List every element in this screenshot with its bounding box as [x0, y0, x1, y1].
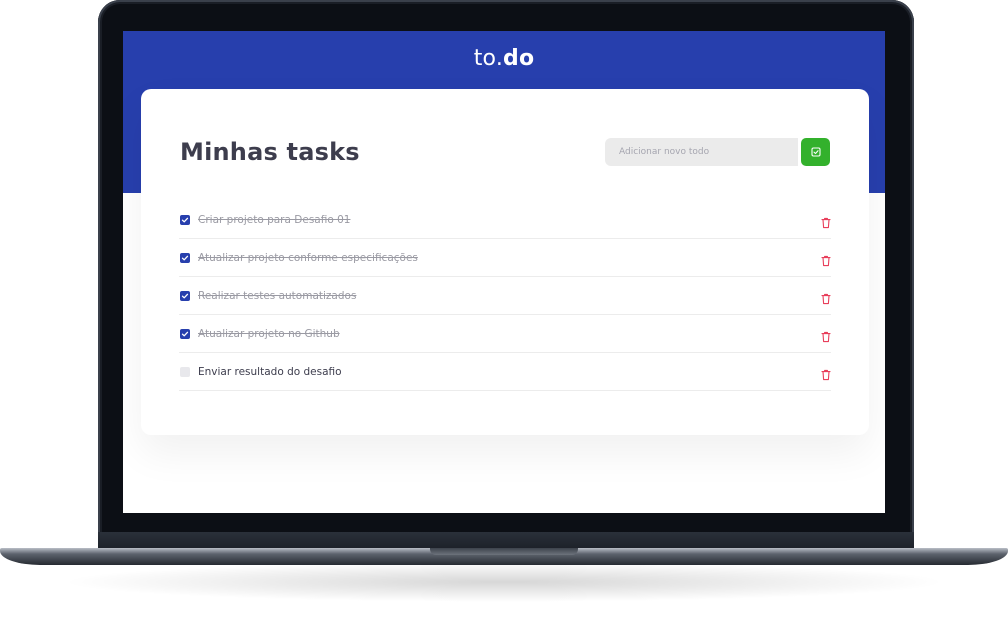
task-item: Atualizar projeto no Github: [179, 315, 831, 353]
checkmark-icon: [181, 217, 189, 222]
task-label: Enviar resultado do desafio: [198, 365, 342, 378]
task-checkbox[interactable]: [180, 214, 190, 225]
trash-icon: [821, 217, 831, 228]
delete-task-button[interactable]: [821, 366, 831, 380]
logo-prefix: to.: [473, 46, 504, 71]
task-label: Realizar testes automatizados: [198, 289, 357, 302]
trash-icon: [821, 293, 831, 304]
delete-task-button[interactable]: [821, 214, 831, 228]
trash-icon: [821, 255, 831, 266]
task-list: Criar projeto para Desafio 01 Atualizar p…: [179, 201, 831, 391]
task-item: Atualizar projeto conforme especificaçõe…: [179, 239, 831, 277]
task-checkbox[interactable]: [180, 252, 190, 263]
task-checkbox[interactable]: [180, 328, 190, 339]
laptop-mockup: to.do Minhas tasks Criar projeto para De…: [0, 0, 1008, 623]
delete-task-button[interactable]: [821, 252, 831, 266]
add-todo-button[interactable]: [801, 138, 830, 166]
task-item: Enviar resultado do desafio: [179, 353, 831, 391]
app-screen: to.do Minhas tasks Criar projeto para De…: [123, 31, 885, 513]
trash-icon: [821, 369, 831, 380]
new-todo-input[interactable]: [605, 138, 798, 166]
check-square-icon: [810, 147, 821, 157]
checkmark-icon: [181, 331, 189, 336]
task-label: Criar projeto para Desafio 01: [198, 213, 351, 226]
floor-shadow: [60, 562, 948, 602]
checkmark-icon: [181, 293, 189, 298]
task-checkbox[interactable]: [180, 366, 190, 377]
task-label: Atualizar projeto no Github: [198, 327, 340, 340]
delete-task-button[interactable]: [821, 328, 831, 342]
delete-task-button[interactable]: [821, 290, 831, 304]
trash-icon: [821, 331, 831, 342]
task-item: Criar projeto para Desafio 01: [179, 201, 831, 239]
task-label: Atualizar projeto conforme especificaçõe…: [198, 251, 418, 264]
checkmark-icon: [181, 255, 189, 260]
app-logo: to.do: [123, 46, 885, 71]
task-checkbox[interactable]: [180, 290, 190, 301]
task-item: Realizar testes automatizados: [179, 277, 831, 315]
laptop-notch: [430, 548, 578, 555]
page-title: Minhas tasks: [180, 138, 360, 166]
logo-bold: do: [503, 46, 535, 71]
tasks-card: Minhas tasks Criar projeto para Desafio …: [141, 89, 869, 435]
